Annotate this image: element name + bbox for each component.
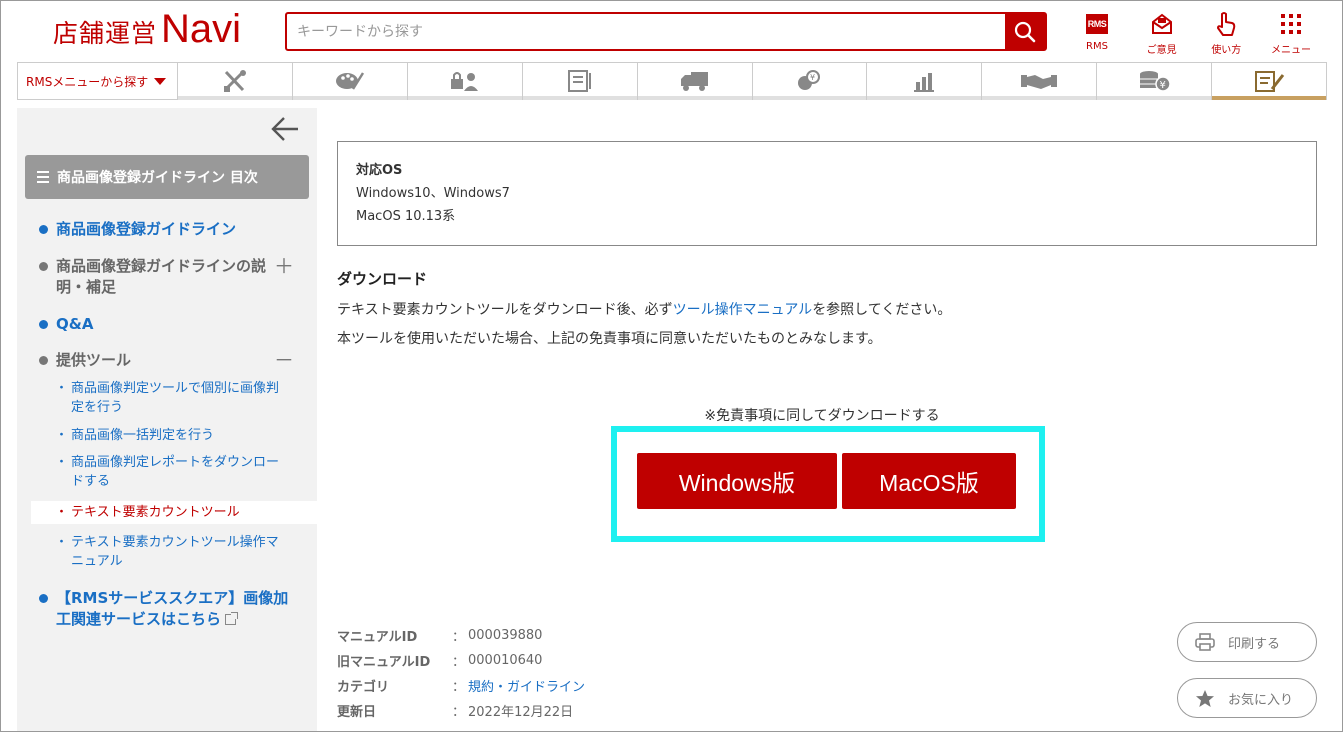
list-icon xyxy=(37,171,49,183)
page: 店舗運営 Navi RMS RMS ご意見 xyxy=(0,0,1343,732)
pointer-hand-icon xyxy=(1217,12,1236,36)
bullet-icon xyxy=(39,320,48,329)
printer-icon xyxy=(1195,633,1215,651)
star-icon xyxy=(1196,689,1214,707)
tab-guidelines[interactable] xyxy=(1212,63,1327,100)
meta-row: 更新日 ： 2022年12月22日 xyxy=(337,705,574,720)
logo-en: Navi xyxy=(161,7,242,51)
logo-ja: 店舗運営 xyxy=(53,19,158,48)
rms-menu-dropdown[interactable]: RMSメニューから探す xyxy=(18,63,178,99)
tab-partnership[interactable] xyxy=(982,63,1098,100)
tab-communication[interactable]: ¥ xyxy=(752,63,868,100)
sidebar-item-guideline[interactable]: 商品画像登録ガイドライン xyxy=(39,219,299,240)
print-button[interactable]: 印刷する xyxy=(1177,622,1317,662)
rms-link[interactable]: RMS RMS xyxy=(1069,11,1125,56)
menu-label: メニュー xyxy=(1270,45,1311,56)
howto-link[interactable]: 使い方 xyxy=(1198,11,1254,56)
download-disclaimer: 本ツールを使用いただいた場合、上記の免責事項に同意いただいたものとみなします。 xyxy=(337,331,882,347)
howto-label: 使い方 xyxy=(1211,45,1242,56)
tab-document[interactable] xyxy=(522,63,638,100)
os-line-windows: Windows10、Windows7 xyxy=(356,186,510,201)
rms-icon: RMS xyxy=(1086,14,1108,34)
bullet-icon xyxy=(39,262,48,271)
chart-icon xyxy=(914,73,935,92)
tab-security[interactable] xyxy=(407,63,523,100)
main-content: 対応OS Windows10、Windows7 MacOS 10.13系 ダウン… xyxy=(317,108,1327,731)
sidebar-subitem[interactable]: ・ 商品画像判定ツールで個別に画像判定を行う xyxy=(55,379,285,417)
bullet-icon xyxy=(39,594,48,603)
sidebar-subitem-current[interactable]: ・ テキスト要素カウントツール xyxy=(31,501,317,524)
header-icons: RMS RMS ご意見 使い方 メニュー xyxy=(1069,11,1319,56)
opinion-label: ご意見 xyxy=(1146,45,1177,56)
os-line-mac: MacOS 10.13系 xyxy=(356,209,456,224)
palette-icon xyxy=(335,72,364,90)
sidebar: 商品画像登録ガイドライン 目次 商品画像登録ガイドライン 商品画像登録ガイドライ… xyxy=(17,108,317,731)
tab-finance[interactable]: ¥ xyxy=(1097,63,1213,100)
download-heading: ダウンロード xyxy=(337,270,428,288)
search-icon xyxy=(1014,21,1036,42)
bullet-icon xyxy=(39,225,48,234)
mailbox-icon xyxy=(1151,13,1172,34)
back-arrow-icon[interactable] xyxy=(270,116,300,142)
bullet-icon xyxy=(39,356,48,365)
handshake-icon xyxy=(1021,75,1058,89)
meta-row: カテゴリ ： 規約・ガイドライン xyxy=(337,673,585,698)
tools-icon xyxy=(223,70,246,92)
dropdown-triangle-icon xyxy=(154,77,167,85)
search-bar xyxy=(285,12,1047,51)
site-logo[interactable]: 店舗運営 Navi xyxy=(53,9,241,53)
truck-icon xyxy=(680,72,708,91)
search-button[interactable] xyxy=(1005,14,1045,49)
document-icon xyxy=(567,70,591,92)
meta-row: 旧マニュアルID ： 000010640 xyxy=(337,653,543,670)
tab-design[interactable] xyxy=(292,63,408,100)
rms-menu-label: RMSメニューから探す xyxy=(26,74,149,89)
favorite-label: お気に入り xyxy=(1228,692,1294,708)
sidebar-subitem[interactable]: ・ 商品画像判定レポートをダウンロードする xyxy=(55,453,285,491)
mac-download-button[interactable]: MacOS版 xyxy=(842,453,1016,509)
sidebar-item-explanation[interactable]: 商品画像登録ガイドラインの説明・補足 ＋ xyxy=(39,256,299,298)
sidebar-subitem[interactable]: ・ テキスト要素カウントツール操作マニュアル xyxy=(55,533,285,571)
toc-header[interactable]: 商品画像登録ガイドライン 目次 xyxy=(25,155,309,199)
tab-tools[interactable] xyxy=(178,63,293,100)
coins-yen-icon: ¥ xyxy=(1140,71,1171,92)
os-info-box: 対応OS Windows10、Windows7 MacOS 10.13系 xyxy=(337,141,1317,246)
manual-meta: マニュアルID ： 000039880 旧マニュアルID ： 000010640… xyxy=(337,623,585,723)
chat-yen-icon: ¥ xyxy=(798,70,821,90)
search-input[interactable] xyxy=(287,14,1005,49)
tool-manual-link[interactable]: ツール操作マニュアル xyxy=(673,302,813,318)
print-label: 印刷する xyxy=(1228,636,1281,652)
expand-plus-icon[interactable]: ＋ xyxy=(274,256,294,277)
lock-person-icon xyxy=(450,72,478,91)
collapse-minus-icon[interactable]: － xyxy=(274,350,294,371)
windows-download-button[interactable]: Windows版 xyxy=(637,453,837,509)
os-title: 対応OS xyxy=(356,163,403,178)
grid-menu-icon xyxy=(1280,14,1301,34)
category-link[interactable]: 規約・ガイドライン xyxy=(468,676,585,695)
meta-row: マニュアルID ： 000039880 xyxy=(337,628,543,645)
sidebar-item-tools[interactable]: 提供ツール － xyxy=(39,350,299,371)
sidebar-item-rms-service[interactable]: 【RMSサービススクエア】画像加工関連サービスはこちら xyxy=(39,588,299,630)
opinion-link[interactable]: ご意見 xyxy=(1134,11,1190,56)
menu-link[interactable]: メニュー xyxy=(1263,11,1319,56)
rms-label: RMS xyxy=(1086,41,1108,52)
agree-note: ※免責事項に同してダウンロードする xyxy=(704,408,940,424)
tab-logistics[interactable] xyxy=(637,63,753,100)
sidebar-subitem[interactable]: ・ 商品画像一括判定を行う xyxy=(55,426,285,445)
tab-analytics[interactable] xyxy=(867,63,983,100)
category-nav: RMSメニューから探す ¥ ¥ xyxy=(17,62,1327,100)
favorite-button[interactable]: お気に入り xyxy=(1177,678,1317,718)
download-instruction: テキスト要素カウントツールをダウンロード後、必ずツール操作マニュアルを参照してく… xyxy=(337,302,952,318)
edit-doc-icon xyxy=(1255,71,1285,92)
toc-title: 商品画像登録ガイドライン 目次 xyxy=(57,170,258,186)
external-link-icon xyxy=(225,612,239,625)
svg-text:¥: ¥ xyxy=(1160,80,1166,91)
svg-text:¥: ¥ xyxy=(810,73,815,82)
sidebar-item-qa[interactable]: Q&A xyxy=(39,314,299,335)
